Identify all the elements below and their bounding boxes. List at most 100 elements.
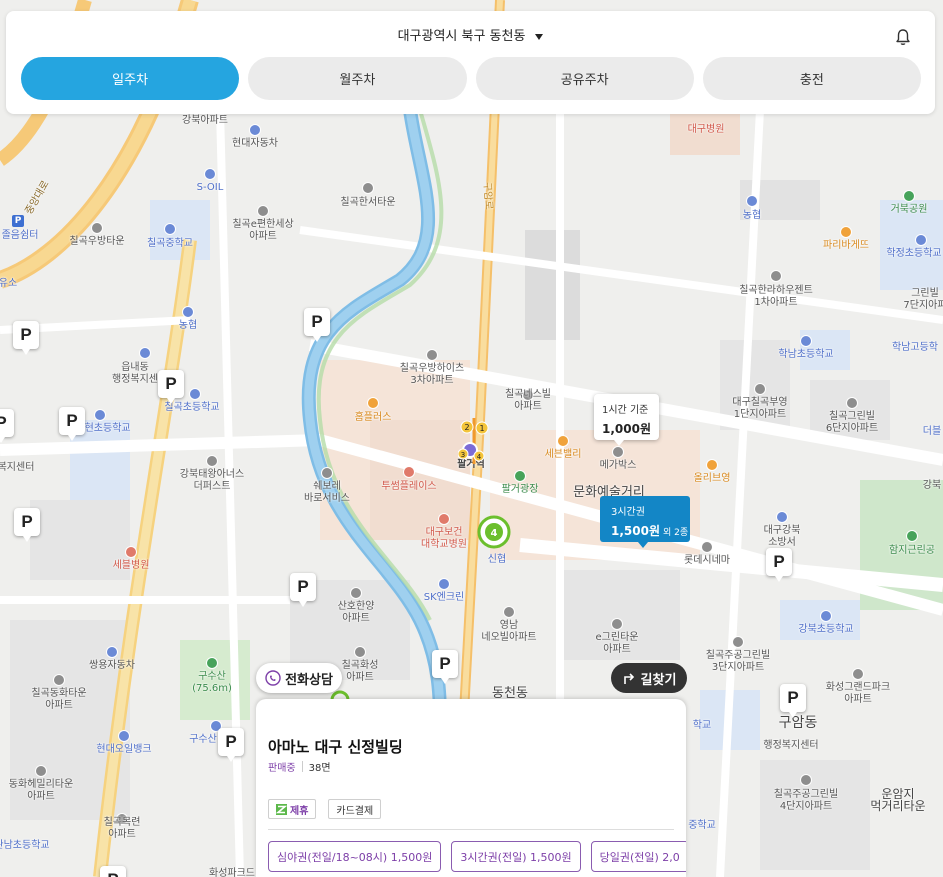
ticket-option[interactable]: 심야권(전일/18~08시) 1,500원 [268,841,442,872]
map-label: 칠곡그린빌 6단지아파트 [825,411,879,434]
school-icon [164,223,176,235]
apartment-icon [800,774,812,786]
station-marker[interactable]: 2 1 3 4 [458,418,490,464]
parking-pin[interactable]: P [100,866,126,877]
apartment-icon [852,668,864,680]
gas-station-icon [204,168,216,180]
directions-button[interactable]: 길찾기 [611,663,687,693]
map-label: 농협 [742,210,762,221]
map-label: 칠곡네스빌 아파트 [505,389,551,412]
company-icon [106,646,118,658]
price-bubble[interactable]: 1시간 기준 1,000원 [594,394,659,446]
map-label: 롯데시네마 [684,555,730,566]
phone-consult-button[interactable]: 전화상담 [256,663,342,693]
parking-pin[interactable]: P [0,409,14,443]
parking-pin[interactable]: P [290,573,316,607]
map-label: 세븐밸리 [544,449,582,460]
map-label: 칠곡한서타운 [340,197,396,208]
map-label: 중학교 [688,820,716,831]
tab-daily[interactable]: 일주차 [21,57,240,100]
price-bubble-selected[interactable]: 3시간권 1,500원 외 2종 [600,496,690,548]
map-label: 구수산 (75.6m) [192,671,232,694]
map-label: 신협 [487,554,507,565]
phone-consult-label: 전화상담 [285,672,333,688]
tab-charging[interactable]: 충전 [702,57,921,100]
ticket-list: 심야권(전일/18~08시) 1,500원 3시간권(전일) 1,500원 당일… [268,841,686,872]
apartment-icon [846,397,858,409]
school-icon [800,335,812,347]
bakery-icon [840,226,852,238]
map-label: 칠곡한라하우젠트 1차아파트 [739,285,813,308]
phone-icon [265,670,281,686]
parking-lot-name: 아마노 대구 신정빌딩 [268,738,403,756]
map-label: 칠곡우방하이츠 3차아파트 [399,363,465,386]
cluster-count: 4 [491,528,498,539]
location-text: 대구광역시 북구 동천동 [397,29,526,44]
map-label: 칠곡동화타운 아파트 [31,688,87,711]
bubble-price: 1,500원 외 2종 [611,522,690,539]
office-icon [139,347,151,359]
cafe-icon [403,466,415,478]
card-divider [268,829,674,830]
parking-pin[interactable]: P [304,308,330,342]
meta-divider [301,761,303,772]
map-label: 화성파크드 [209,868,255,877]
parking-pin[interactable]: P [59,407,85,441]
parking-pin[interactable]: P [780,684,806,718]
route-arrow-icon [623,673,634,684]
tab-shared[interactable]: 공유주차 [475,57,694,100]
mart-icon [367,397,379,409]
map-label: 화성그랜드파크 아파트 [825,682,891,705]
parking-pin[interactable]: P [766,548,792,582]
map-label: 강북태왕아너스 더퍼스트 [179,469,245,492]
hospital-icon [125,546,137,558]
map-label: S-OIL [196,182,224,193]
map-label: 칠곡화성 아파트 [341,660,379,683]
fire-station-icon [776,511,788,523]
ticket-option[interactable]: 3시간권(전일) 1,500원 [451,841,581,872]
map-label: 학교 [692,720,712,731]
map-label: 대구칠곡부영 1단지아파트 [732,397,788,420]
map-label: SK엔크린 [423,592,465,603]
apartment-icon [354,646,366,658]
apartment-icon [503,606,515,618]
parking-pin[interactable]: P [14,508,40,542]
school-icon [189,388,201,400]
map-label: 세블병원 [112,560,150,571]
location-selector[interactable]: 대구광역시 북구 동천동 [6,27,935,47]
apartment-icon [611,618,623,630]
park-icon [514,470,526,482]
ticket-option[interactable]: 당일권(전일) 2,0 [590,841,686,872]
map-label: 학남고등학 [892,342,938,353]
map-label: 거북공원 [890,204,928,215]
tab-monthly[interactable]: 월주차 [248,57,467,100]
map-label: 칠곡우방타운 [69,236,125,247]
parking-pin[interactable]: P [158,370,184,404]
park-icon [903,190,915,202]
map-label: 현대자동차 [232,138,278,149]
map-label: 팔거광장 [501,484,539,495]
parking-pin[interactable]: P [13,321,39,355]
cinema-icon [612,446,624,458]
map-label: e그린타운 아파트 [595,632,639,655]
partner-badge: 제휴 [268,799,317,819]
shop-icon [706,459,718,471]
bubble-extra: 외 2종 [663,528,689,538]
map-label: 졸음쉼터 [1,230,39,241]
parking-pin[interactable]: P [432,650,458,684]
shop-icon [557,435,569,447]
bell-icon[interactable] [893,27,913,47]
map-label: 읍내동 행정복지센 [112,362,158,385]
station-line-number: 1 [479,424,484,433]
parking-pin[interactable]: P [218,728,244,762]
cluster-marker[interactable]: 4 [477,515,511,549]
parking-info-card[interactable]: 아마노 대구 신정빌딩 판매중 38면 제휴 카드결제 심야권(전일/18~08… [256,699,686,877]
hospital-icon [438,513,450,525]
apartment-icon [35,765,47,777]
company-icon [249,124,261,136]
cinema-icon [701,541,713,553]
office-icon [321,467,333,479]
map-label: 관남초등학교 [0,840,50,851]
map-label: 구수산 [189,734,217,745]
map-label: 구암로 [481,181,494,211]
